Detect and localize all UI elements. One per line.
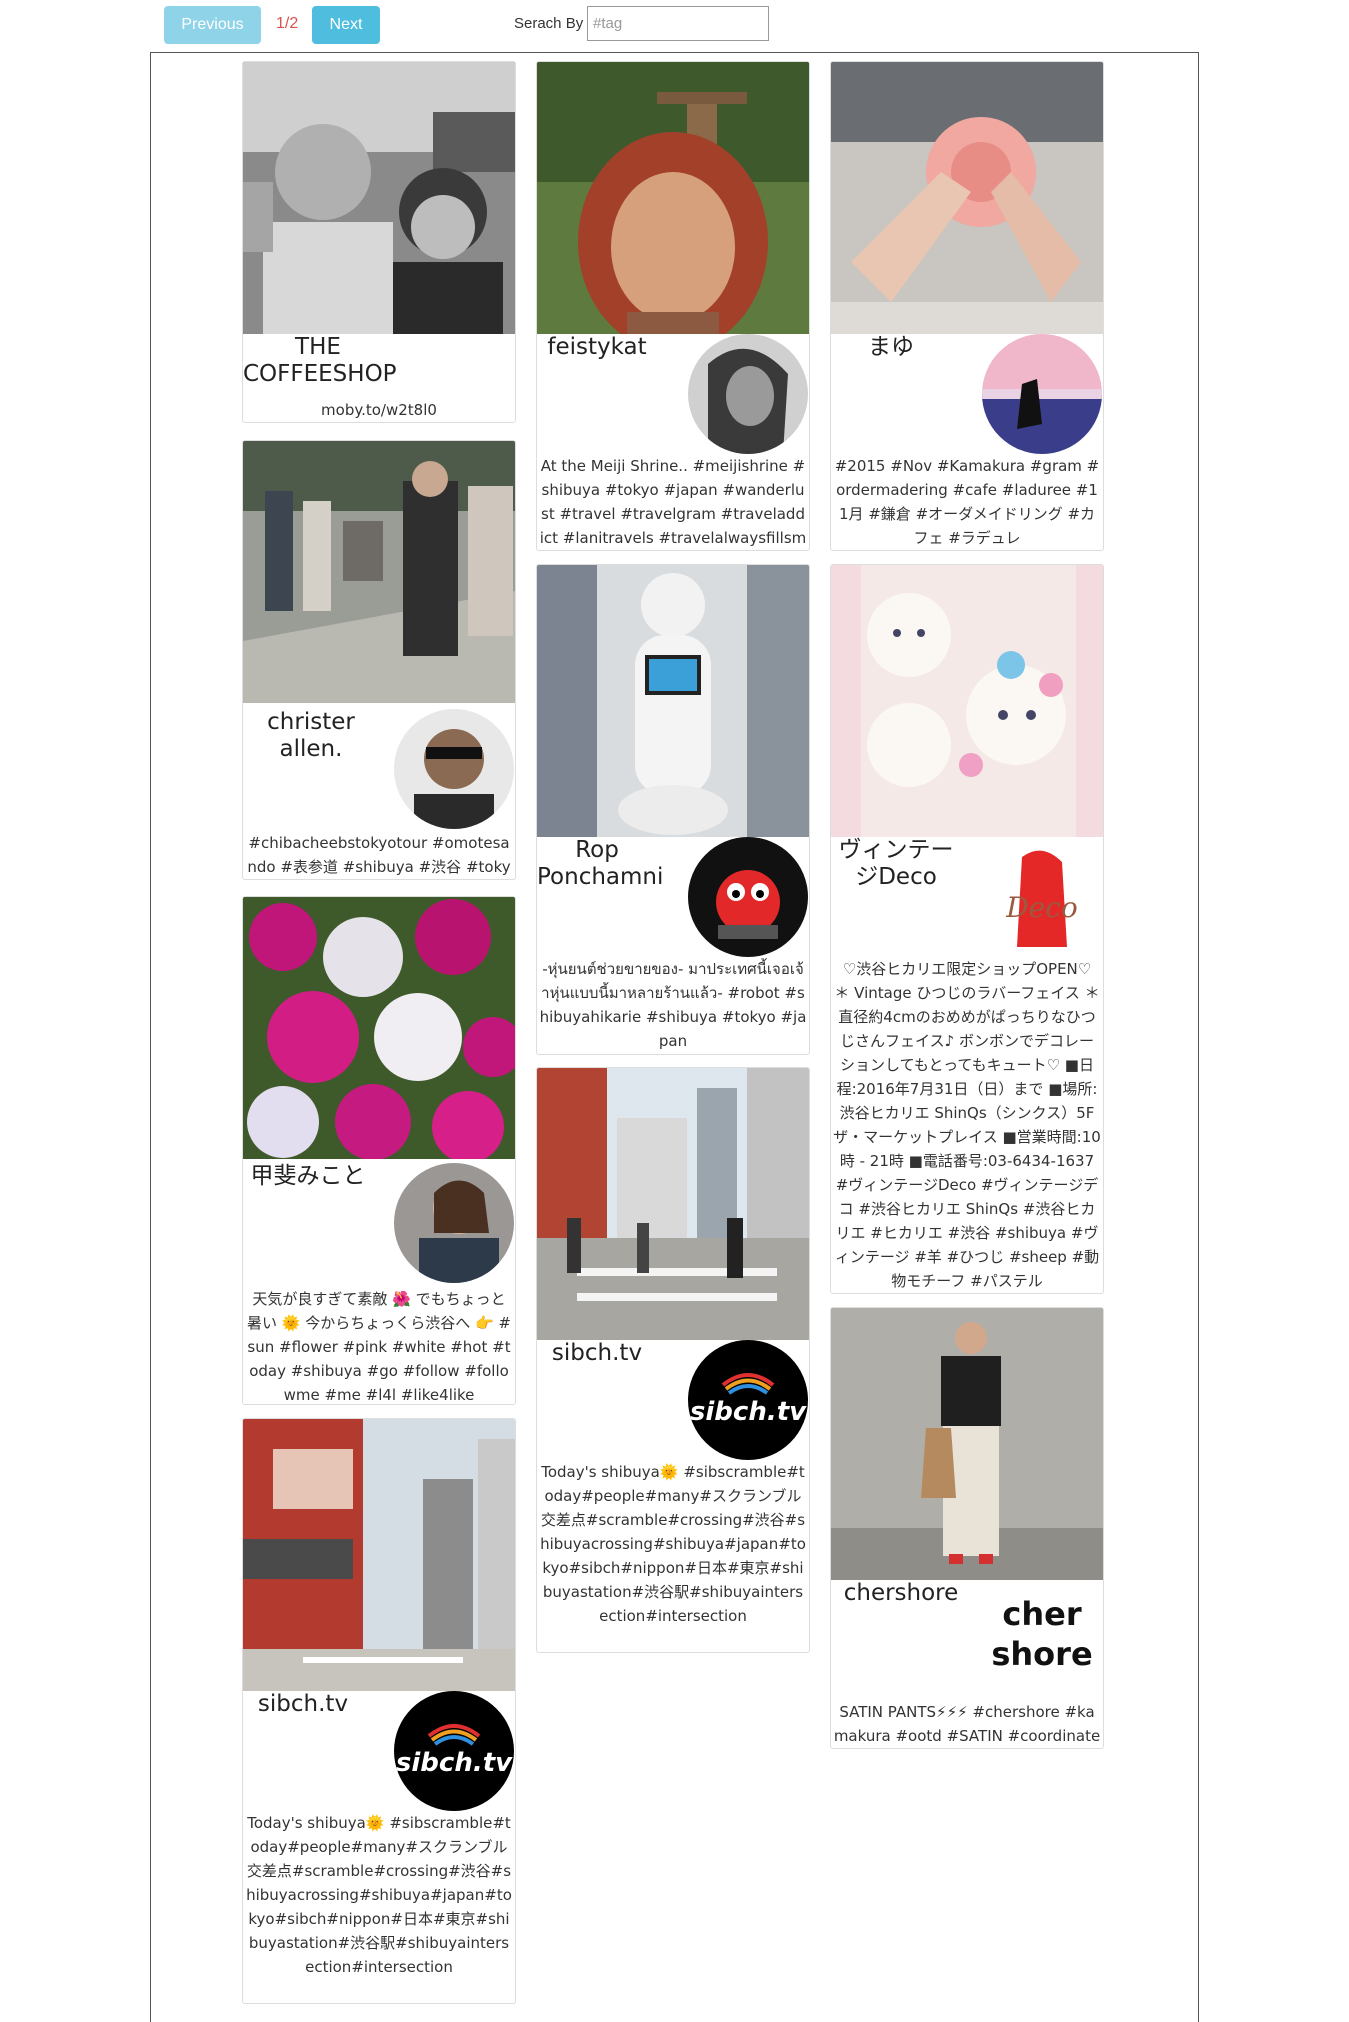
post-caption: #2015 #Nov #Kamakura #gram #ordermaderin… — [834, 457, 1100, 547]
next-button[interactable]: Next — [312, 6, 380, 44]
woman-selfie-shrine-icon — [537, 62, 809, 334]
hands-rings-rose-icon — [831, 62, 1103, 334]
post-caption: moby.to/w2t8l0 — [321, 401, 437, 419]
post-caption: Today's shibuya🌞 #sibscramble#today#peop… — [246, 1814, 512, 1976]
svg-text:sibch.tv: sibch.tv — [396, 1748, 513, 1778]
sheep-faces-icon — [831, 565, 1103, 837]
page-indicator: 1/2 — [276, 15, 299, 32]
post-author[interactable]: sibch.tv — [537, 1340, 657, 1367]
post-card[interactable]: ヴィンテージDeco Deco ♡渋谷ヒカリエ限定ショップOPEN♡ ＊ Vin… — [830, 564, 1104, 1294]
svg-text:sibch.tv: sibch.tv — [690, 1397, 807, 1427]
sibch-tv-logo-icon: sibch.tv — [394, 1691, 514, 1811]
post-card[interactable]: sibch.tv sibch.tv Today's shibuya🌞 #sibs… — [242, 1418, 516, 2004]
search-label: Serach By — [514, 15, 584, 32]
post-caption: #chibacheebstokyotour #omotesando #表参道 #… — [247, 834, 511, 876]
post-author[interactable]: sibch.tv — [243, 1691, 363, 1718]
post-caption: Today's shibuya🌞 #sibscramble#today#peop… — [540, 1463, 806, 1625]
post-author[interactable]: Rop Ponchamni — [537, 837, 663, 891]
woman-bw-portrait-icon — [688, 334, 808, 454]
red-crab-mascot-icon — [688, 837, 808, 957]
previous-button[interactable]: Previous — [164, 6, 261, 44]
post-caption: SATIN PANTS⚡⚡⚡ #chershore #kamakura #oot… — [833, 1703, 1101, 1745]
post-author[interactable]: 甲斐みこと — [243, 1163, 373, 1190]
sunset-silhouette-icon — [982, 334, 1102, 454]
post-card[interactable]: christer allen. #chibacheebstokyotour #o… — [242, 440, 516, 880]
post-caption: -หุ่นยนต์ช่วยขายของ- มาประเทศนี้เจอเจ้าห… — [539, 960, 807, 1050]
post-card[interactable]: 甲斐みこと 天気が良すぎて素敵 🌺 でもちょっと暑い 🌞 今からちょっくら渋谷へ… — [242, 896, 516, 1405]
post-author[interactable]: chershore — [831, 1580, 971, 1607]
man-glasses-portrait-icon — [394, 709, 514, 829]
post-card[interactable]: まゆ #2015 #Nov #Kamakura #gram #ordermade… — [830, 61, 1104, 551]
post-card[interactable]: sibch.tv sibch.tv Today's shibuya🌞 #sibs… — [536, 1067, 810, 1653]
post-author[interactable]: まゆ — [831, 334, 951, 361]
post-caption: At the Meiji Shrine.. #meijishrine #shib… — [539, 457, 807, 547]
post-caption: 天気が良すぎて素敵 🌺 でもちょっと暑い 🌞 今からちょっくら渋谷へ 👉 #su… — [247, 1290, 511, 1404]
shibuya-crossing-buildings-icon — [243, 1419, 515, 1691]
post-card[interactable]: feistykat At the Meiji Shrine.. #meijish… — [536, 61, 810, 551]
svg-text:Deco: Deco — [1005, 891, 1078, 924]
pepper-robot-icon — [537, 565, 809, 837]
post-author[interactable]: ヴィンテージDeco — [831, 837, 961, 891]
search-input[interactable] — [587, 6, 769, 41]
svg-text:shore: shore — [991, 1635, 1092, 1673]
post-author[interactable]: christer allen. — [251, 709, 371, 763]
post-author[interactable]: feistykat — [537, 334, 657, 361]
cher-shore-logo-icon: cher shore — [982, 1580, 1102, 1700]
azalea-flowers-icon — [243, 897, 515, 1159]
toolbar: Previous 1/2 Next Serach By — [0, 0, 1349, 52]
post-card[interactable]: Rop Ponchamni -หุ่นยนต์ช่วยขายของ- มาประ… — [536, 564, 810, 1055]
post-card[interactable]: THE COFFEESHOP moby.to/w2t8l0 — [242, 61, 516, 423]
shibuya-crossing-people-icon — [537, 1068, 809, 1340]
sibch-tv-logo-icon: sibch.tv — [688, 1340, 808, 1460]
svg-text:cher: cher — [1002, 1595, 1081, 1633]
woman-portrait-icon — [394, 1163, 514, 1283]
post-card[interactable]: chershore cher shore SATIN PANTS⚡⚡⚡ #che… — [830, 1307, 1104, 1749]
fashion-outfit-icon — [831, 1308, 1103, 1580]
post-author[interactable]: THE COFFEESHOP — [243, 334, 397, 388]
street-walkers-icon — [243, 441, 515, 703]
post-caption: ♡渋谷ヒカリエ限定ショップOPEN♡ ＊ Vintage ひつじのラバーフェイス… — [833, 960, 1101, 1290]
vintage-deco-logo-icon: Deco — [982, 837, 1102, 957]
black-and-white-selfie-two-people-icon — [243, 62, 515, 334]
